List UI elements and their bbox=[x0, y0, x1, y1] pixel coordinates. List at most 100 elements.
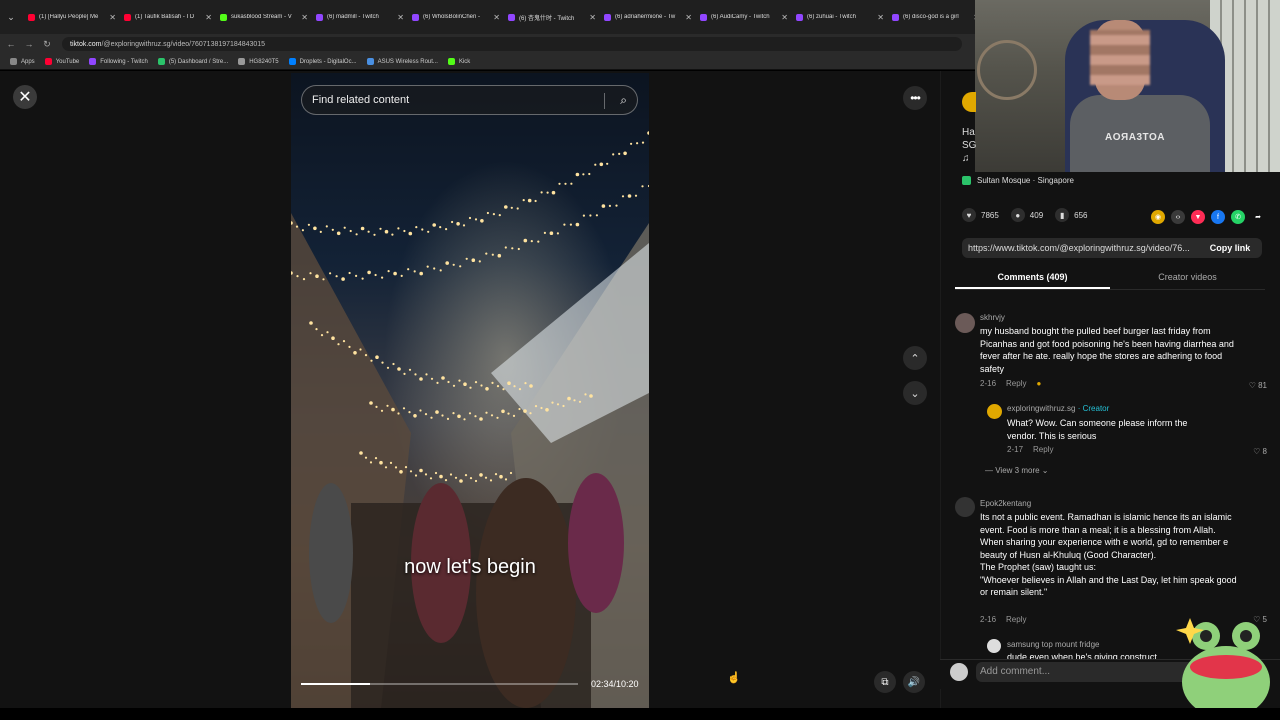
browser-tab[interactable]: (6) AudiCamy - Twitch ✕ bbox=[696, 6, 792, 28]
fairy-light bbox=[627, 194, 632, 198]
tab-comments[interactable]: Comments (409) bbox=[955, 268, 1110, 289]
bookmark-item[interactable]: YouTube bbox=[44, 58, 79, 65]
next-video-button[interactable]: ⌄ bbox=[903, 381, 927, 405]
close-button[interactable]: ✕ bbox=[13, 85, 37, 109]
tab-favicon bbox=[892, 13, 899, 21]
find-related-search[interactable]: Find related content ⌕ bbox=[301, 85, 638, 115]
tab-title: (6) AudiCamy - Twitch bbox=[711, 14, 770, 20]
comment-username[interactable]: exploringwithruz.sg · Creator bbox=[1007, 404, 1109, 413]
video-player[interactable]: Find related content ⌕ now let's begin 0… bbox=[291, 73, 649, 708]
video-progress-bar[interactable] bbox=[301, 683, 578, 685]
send-icon[interactable]: ▼ bbox=[1191, 210, 1205, 224]
fairy-light bbox=[540, 191, 543, 194]
tab-close-icon[interactable]: ✕ bbox=[493, 13, 500, 22]
reply-username: exploringwithruz.sg bbox=[1007, 404, 1076, 413]
tab-close-icon[interactable]: ✕ bbox=[685, 13, 692, 22]
comment-button[interactable]: ● 409 bbox=[1010, 208, 1043, 222]
bookmark-icon: ▮ bbox=[1055, 208, 1070, 222]
fairy-light bbox=[595, 214, 598, 217]
fairy-light bbox=[449, 473, 453, 476]
browser-tab[interactable]: (1) [Hallyu People] Me ✕ bbox=[24, 6, 120, 28]
share-arrow-icon[interactable]: ➦ bbox=[1251, 210, 1265, 224]
fairy-light bbox=[403, 372, 406, 375]
bookmark-item[interactable]: Apps bbox=[10, 58, 35, 65]
browser-tab[interactable]: (6) WholsBolinChen - ✕ bbox=[408, 6, 504, 28]
tab-close-icon[interactable]: ✕ bbox=[589, 13, 596, 22]
browser-tab[interactable]: (6) disco-god is a girl✕ bbox=[888, 6, 984, 28]
tab-close-icon[interactable]: ✕ bbox=[301, 13, 308, 22]
like-button[interactable]: ♥ 7865 bbox=[962, 208, 999, 222]
tab-close-icon[interactable]: ✕ bbox=[877, 13, 884, 22]
more-options-button[interactable]: ••• bbox=[903, 86, 927, 110]
tab-search-icon[interactable]: ⌄ bbox=[4, 10, 18, 24]
bookmark-item[interactable]: Droplets - DigitalOc... bbox=[288, 58, 357, 65]
avatar[interactable] bbox=[987, 639, 1001, 653]
share-link-url[interactable]: https://www.tiktok.com/@exploringwithruz… bbox=[962, 243, 1198, 253]
save-button[interactable]: ▮ 656 bbox=[1055, 208, 1088, 222]
browser-tab[interactable]: (6) adriahermione - Tw ✕ bbox=[600, 6, 696, 28]
browser-tab[interactable]: (6) 杏鬼什时 - Twitch ✕ bbox=[504, 6, 600, 28]
forward-icon[interactable]: → bbox=[22, 39, 36, 49]
emoji-icon[interactable]: ● bbox=[1036, 379, 1041, 388]
fairy-light bbox=[623, 151, 627, 156]
comment-text: dude even when he's giving construct bbox=[1007, 652, 1157, 659]
bookmark-item[interactable]: Kick bbox=[447, 58, 470, 65]
comment-username[interactable]: samsung top mount fridge bbox=[1007, 640, 1100, 649]
tab-creator-videos[interactable]: Creator videos bbox=[1110, 268, 1265, 289]
tab-close-icon[interactable]: ✕ bbox=[205, 13, 212, 22]
comment-username[interactable]: skhrvjy bbox=[980, 313, 1005, 322]
fairy-light bbox=[329, 272, 332, 275]
fairy-light bbox=[518, 407, 521, 411]
fairy-light bbox=[413, 270, 416, 273]
fairy-light bbox=[516, 207, 519, 210]
embed-icon[interactable]: ‹› bbox=[1171, 210, 1185, 224]
fairy-light bbox=[384, 229, 389, 234]
search-placeholder: Find related content bbox=[312, 94, 410, 106]
search-icon[interactable]: ⌕ bbox=[620, 93, 627, 108]
comment-like[interactable]: ♡ 81 bbox=[1249, 381, 1267, 390]
location-tag[interactable]: Sultan Mosque · Singapore bbox=[962, 176, 1074, 185]
previous-video-button[interactable]: ⌃ bbox=[903, 346, 927, 370]
copy-link-button[interactable]: Copy link bbox=[1198, 243, 1262, 253]
browser-tab[interactable]: (6) madmill - Twitch ✕ bbox=[312, 6, 408, 28]
creator-avatar[interactable] bbox=[962, 92, 976, 112]
repost-icon[interactable]: ◉ bbox=[1151, 210, 1165, 224]
comment-like[interactable]: ♡ 8 bbox=[1253, 447, 1267, 456]
fairy-light bbox=[381, 276, 384, 279]
bookmark-label: ASUS Wireless Rout... bbox=[377, 58, 438, 65]
browser-tab[interactable]: (1) Taufik Batisah - I D ✕ bbox=[120, 6, 216, 28]
bookmark-item[interactable]: ASUS Wireless Rout... bbox=[366, 58, 438, 65]
avatar[interactable] bbox=[987, 404, 1002, 419]
browser-tab[interactable]: sukasblood Stream - V ✕ bbox=[216, 6, 312, 28]
reply-button[interactable]: Reply bbox=[1033, 445, 1053, 454]
fairy-light bbox=[302, 278, 306, 281]
fairy-light bbox=[486, 211, 489, 215]
bookmark-item[interactable]: Following - Twitch bbox=[89, 58, 148, 65]
reply-button[interactable]: Reply bbox=[1006, 615, 1026, 624]
reload-icon[interactable]: ↻ bbox=[40, 39, 54, 50]
bookmark-item[interactable]: HG8240T5 bbox=[238, 58, 279, 65]
tab-close-icon[interactable]: ✕ bbox=[109, 13, 116, 22]
picture-in-picture-button[interactable]: ⧉ bbox=[874, 671, 896, 693]
tab-close-icon[interactable]: ✕ bbox=[397, 13, 404, 22]
facebook-icon[interactable]: f bbox=[1211, 210, 1225, 224]
reply-button[interactable]: Reply bbox=[1006, 379, 1026, 388]
fairy-light bbox=[452, 412, 455, 415]
tab-close-icon[interactable]: ✕ bbox=[781, 13, 788, 22]
creator-badge: · Creator bbox=[1077, 404, 1110, 413]
chevron-down-icon: ⌄ bbox=[910, 387, 920, 400]
fairy-light bbox=[379, 460, 383, 465]
browser-tab[interactable]: (6) zuhuai - Twitch ✕ bbox=[792, 6, 888, 28]
comment-username[interactable]: Epok2kentang bbox=[980, 499, 1031, 508]
fairy-light bbox=[337, 343, 340, 346]
avatar[interactable] bbox=[955, 313, 975, 333]
back-icon[interactable]: ← bbox=[4, 39, 18, 49]
avatar[interactable] bbox=[955, 497, 975, 517]
whatsapp-icon[interactable]: ✆ bbox=[1231, 210, 1245, 224]
view-more-replies[interactable]: — View 3 more ⌄ bbox=[985, 466, 1049, 475]
volume-button[interactable]: 🔊 bbox=[903, 671, 925, 693]
bookmark-item[interactable]: (5) Dashboard / Stre... bbox=[157, 58, 228, 65]
fairy-light bbox=[432, 223, 436, 227]
webcam-face-blur bbox=[1090, 30, 1150, 85]
url-field[interactable]: tiktok.com /@exploringwithruz.sg/video/7… bbox=[62, 37, 962, 51]
